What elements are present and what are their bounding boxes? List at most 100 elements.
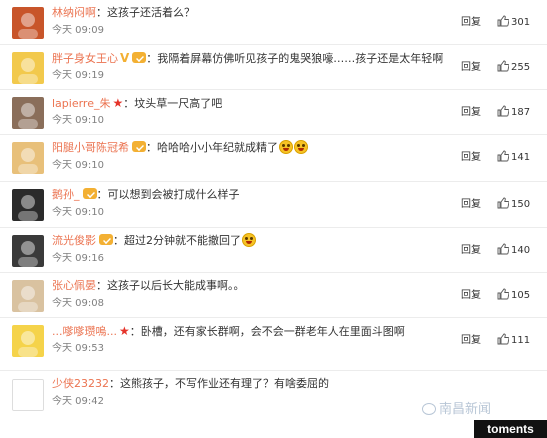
like-button[interactable]: 105 — [497, 288, 530, 303]
comment-line: 林纳闷啊：这孩子还活着么？ — [52, 5, 447, 21]
thumbs-up-icon — [497, 105, 509, 117]
avatar[interactable] — [12, 97, 44, 129]
like-button[interactable]: 301 — [497, 15, 530, 30]
avatar[interactable] — [12, 379, 44, 411]
comment-line: ...嗲嗲瓒嗚... ★：卧槽，还有家长群啊，会不会一群老年人在里面斗图啊 — [52, 323, 447, 339]
comment-line: 阳腿小哥陈冠希 ：哈哈哈小小年纪就成精了 — [52, 140, 447, 156]
star-badge-icon: ★ — [112, 96, 124, 110]
like-count: 105 — [511, 290, 531, 301]
like-count: 141 — [511, 152, 531, 163]
colon-separator: ： — [96, 6, 107, 19]
username-link[interactable]: 胖子身女王心 — [52, 52, 118, 65]
verified-v-icon: V — [120, 51, 130, 65]
like-button[interactable]: 111 — [497, 333, 530, 348]
thumbs-up-icon — [497, 243, 509, 255]
username-link[interactable]: ...嗲嗲瓒嗚... — [52, 325, 117, 338]
comment-line: 胖子身女王心 V ：我隔着屏幕仿佛听见孩子的鬼哭狼嚎……孩子还是太年轻啊 — [52, 50, 447, 66]
reply-button[interactable]: 回复 — [461, 198, 481, 212]
thumbs-up-icon — [497, 288, 509, 300]
comment-row: 鹅孙_ ：可以想到会被打成什么样子 今天 09:10 回复 150 — [0, 182, 547, 228]
thumbs-up-icon — [497, 60, 509, 72]
like-button[interactable]: 140 — [497, 243, 530, 258]
thumbs-up-icon — [497, 15, 509, 27]
comment-text: 坟头草一尺高了吧 — [134, 97, 223, 110]
comment-text: 超过2分钟就不能撤回了 — [124, 234, 241, 247]
avatar[interactable] — [12, 52, 44, 84]
reply-button[interactable]: 回复 — [461, 289, 481, 303]
thumbs-up-icon — [497, 197, 509, 209]
username-link[interactable]: 阳腿小哥陈冠希 — [52, 141, 129, 154]
like-button[interactable]: 150 — [497, 197, 530, 212]
username-link[interactable]: 流光俊影 — [52, 234, 96, 247]
like-count: 150 — [511, 199, 531, 210]
comment-time: 今天 09:08 — [52, 298, 104, 309]
reply-button[interactable]: 回复 — [461, 16, 481, 30]
comment-line: 张心佩晏：这孩子以后长大能成事啊。。 — [52, 278, 447, 294]
comment-line: 鹅孙_ ：可以想到会被打成什么样子 — [52, 187, 447, 203]
username-link[interactable]: 林纳闷啊 — [52, 6, 96, 19]
avatar[interactable] — [12, 7, 44, 39]
comment-row: 阳腿小哥陈冠希 ：哈哈哈小小年纪就成精了今天 09:10 回复 141 — [0, 135, 547, 182]
username-link[interactable]: 少侠23232 — [52, 377, 109, 390]
reply-button[interactable]: 回复 — [461, 151, 481, 165]
thumbs-up-icon — [497, 333, 509, 345]
comment-row: 林纳闷啊：这孩子还活着么？ 今天 09:09 回复 301 — [0, 0, 547, 45]
comment-time: 今天 09:16 — [52, 253, 104, 264]
comment-text: 这孩子以后长大能成事啊。。 — [107, 279, 245, 292]
colon-separator: ： — [96, 188, 108, 201]
vip-badge-icon — [132, 141, 146, 152]
reply-button[interactable]: 回复 — [461, 334, 481, 348]
username-link[interactable]: lapierre_朱 — [52, 97, 110, 110]
comment-text: 我隔着屏幕仿佛听见孩子的鬼哭狼嚎……孩子还是太年轻啊 — [157, 52, 444, 65]
vip-badge-icon — [82, 188, 97, 199]
like-count: 187 — [511, 107, 531, 118]
comment-time: 今天 09:19 — [52, 70, 104, 81]
colon-separator: ： — [96, 279, 107, 292]
watermark-text: 南昌新闻 — [439, 402, 492, 417]
watermark: 南昌新闻 — [422, 398, 537, 418]
colon-separator: ： — [146, 52, 158, 65]
reply-button[interactable]: 回复 — [461, 244, 481, 258]
reply-button[interactable]: 回复 — [461, 61, 481, 75]
comment-line: 少侠23232：这熊孩子，不写作业还有理了？有啥委屈的 — [52, 376, 447, 392]
comment-text: 这孩子还活着么？ — [107, 6, 195, 19]
comment-text: 卧槽，还有家长群啊，会不会一群老年人在里面斗图啊 — [140, 325, 405, 338]
laugh-emoji-icon — [242, 233, 256, 247]
comment-time: 今天 09:10 — [52, 160, 104, 171]
comment-text: 哈哈哈小小年纪就成精了 — [157, 141, 278, 154]
avatar[interactable] — [12, 142, 44, 174]
comment-time: 今天 09:10 — [52, 207, 104, 218]
username-link[interactable]: 张心佩晏 — [52, 279, 96, 292]
comment-row: 胖子身女王心 V ：我隔着屏幕仿佛听见孩子的鬼哭狼嚎……孩子还是太年轻啊今天 09:… — [0, 45, 547, 90]
like-button[interactable]: 187 — [497, 105, 530, 120]
comment-time: 今天 09:09 — [52, 25, 104, 36]
wechat-icon — [422, 403, 436, 415]
avatar[interactable] — [12, 235, 44, 267]
comment-time: 今天 09:42 — [52, 396, 104, 407]
reply-button[interactable]: 回复 — [461, 106, 481, 120]
colon-separator: ： — [146, 141, 157, 154]
comment-time: 今天 09:10 — [52, 115, 104, 126]
comment-line: 流光俊影 ：超过2分钟就不能撤回了 — [52, 233, 447, 249]
like-count: 301 — [511, 17, 531, 28]
like-count: 255 — [511, 62, 531, 73]
comment-line: lapierre_朱 ★：坟头草一尺高了吧 — [52, 95, 447, 111]
like-button[interactable]: 141 — [497, 150, 530, 165]
comment-text: 这熊孩子，不写作业还有理了？有啥委屈的 — [120, 377, 329, 390]
like-count: 140 — [511, 245, 531, 256]
source-tag: toments — [474, 420, 547, 438]
username-link[interactable]: 鹅孙_ — [52, 188, 80, 201]
avatar[interactable] — [12, 189, 44, 221]
like-button[interactable]: 255 — [497, 60, 530, 75]
comment-row: 张心佩晏：这孩子以后长大能成事啊。。 今天 09:08 回复 105 — [0, 273, 547, 318]
avatar[interactable] — [12, 280, 44, 312]
colon-separator: ： — [109, 377, 120, 390]
star-badge-icon: ★ — [118, 324, 130, 338]
avatar[interactable] — [12, 325, 44, 357]
colon-separator: ： — [129, 325, 141, 338]
comment-row: lapierre_朱 ★：坟头草一尺高了吧今天 09:10 回复 187 — [0, 90, 547, 135]
like-count: 111 — [511, 335, 531, 346]
comment-text: 可以想到会被打成什么样子 — [107, 188, 240, 201]
comment-row: 流光俊影 ：超过2分钟就不能撤回了今天 09:16 回复 140 — [0, 228, 547, 273]
colon-separator: ： — [123, 97, 135, 110]
